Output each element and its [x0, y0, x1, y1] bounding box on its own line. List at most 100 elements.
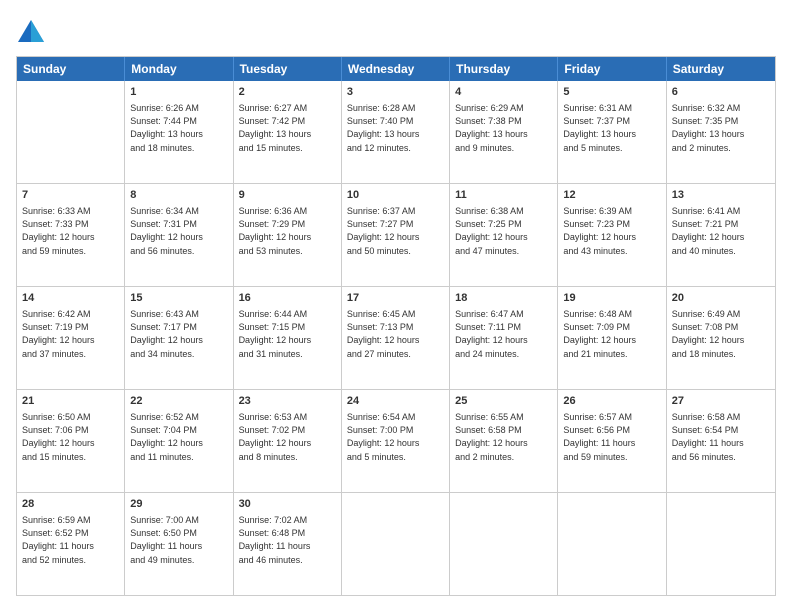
cell-info: Sunrise: 6:52 AMSunset: 7:04 PMDaylight:…	[130, 411, 227, 463]
cell-info: Sunrise: 6:27 AMSunset: 7:42 PMDaylight:…	[239, 102, 336, 154]
day-number: 7	[22, 188, 119, 203]
day-number: 13	[672, 188, 770, 203]
cal-cell-day-9: 9 Sunrise: 6:36 AMSunset: 7:29 PMDaylight…	[234, 184, 342, 286]
cell-info: Sunrise: 6:36 AMSunset: 7:29 PMDaylight:…	[239, 205, 336, 257]
cell-info: Sunrise: 6:37 AMSunset: 7:27 PMDaylight:…	[347, 205, 444, 257]
cal-cell-day-6: 6 Sunrise: 6:32 AMSunset: 7:35 PMDaylight…	[667, 81, 775, 183]
day-number: 16	[239, 291, 336, 306]
cell-info: Sunrise: 6:33 AMSunset: 7:33 PMDaylight:…	[22, 205, 119, 257]
day-number: 14	[22, 291, 119, 306]
calendar: SundayMondayTuesdayWednesdayThursdayFrid…	[16, 56, 776, 596]
calendar-row-3: 14 Sunrise: 6:42 AMSunset: 7:19 PMDayligh…	[17, 287, 775, 390]
cal-cell-day-30: 30Sunrise: 7:02 AMSunset: 6:48 PMDayligh…	[234, 493, 342, 595]
cal-cell-day-16: 16 Sunrise: 6:44 AMSunset: 7:15 PMDayligh…	[234, 287, 342, 389]
header-day-thursday: Thursday	[450, 57, 558, 81]
cal-cell-empty	[667, 493, 775, 595]
day-number: 9	[239, 188, 336, 203]
cell-info: Sunrise: 6:26 AMSunset: 7:44 PMDaylight:…	[130, 102, 227, 154]
cal-cell-empty	[450, 493, 558, 595]
cal-cell-day-18: 18 Sunrise: 6:47 AMSunset: 7:11 PMDayligh…	[450, 287, 558, 389]
cell-info: Sunrise: 6:53 AMSunset: 7:02 PMDaylight:…	[239, 411, 336, 463]
cal-cell-day-22: 22 Sunrise: 6:52 AMSunset: 7:04 PMDayligh…	[125, 390, 233, 492]
day-number: 17	[347, 291, 444, 306]
day-number: 19	[563, 291, 660, 306]
cell-info: Sunrise: 6:41 AMSunset: 7:21 PMDaylight:…	[672, 205, 770, 257]
header-day-sunday: Sunday	[17, 57, 125, 81]
cal-cell-day-12: 12 Sunrise: 6:39 AMSunset: 7:23 PMDayligh…	[558, 184, 666, 286]
cell-info: Sunrise: 6:55 AMSunset: 6:58 PMDaylight:…	[455, 411, 552, 463]
header	[16, 16, 776, 46]
cal-cell-day-3: 3 Sunrise: 6:28 AMSunset: 7:40 PMDaylight…	[342, 81, 450, 183]
header-day-monday: Monday	[125, 57, 233, 81]
day-number: 4	[455, 85, 552, 100]
cell-info: Sunrise: 6:34 AMSunset: 7:31 PMDaylight:…	[130, 205, 227, 257]
cal-cell-day-21: 21 Sunrise: 6:50 AMSunset: 7:06 PMDayligh…	[17, 390, 125, 492]
cal-cell-empty	[342, 493, 450, 595]
cal-cell-day-25: 25 Sunrise: 6:55 AMSunset: 6:58 PMDayligh…	[450, 390, 558, 492]
cell-info: Sunrise: 6:50 AMSunset: 7:06 PMDaylight:…	[22, 411, 119, 463]
day-number: 5	[563, 85, 660, 100]
cell-info: Sunrise: 7:02 AMSunset: 6:48 PMDaylight:…	[239, 514, 336, 566]
day-number: 21	[22, 394, 119, 409]
cell-info: Sunrise: 6:58 AMSunset: 6:54 PMDaylight:…	[672, 411, 770, 463]
cell-info: Sunrise: 6:28 AMSunset: 7:40 PMDaylight:…	[347, 102, 444, 154]
calendar-body: 1 Sunrise: 6:26 AMSunset: 7:44 PMDaylight…	[17, 81, 775, 595]
day-number: 15	[130, 291, 227, 306]
cal-cell-day-24: 24Sunrise: 6:54 AMSunset: 7:00 PMDayligh…	[342, 390, 450, 492]
cal-cell-day-4: 4Sunrise: 6:29 AMSunset: 7:38 PMDaylight…	[450, 81, 558, 183]
calendar-row-1: 1 Sunrise: 6:26 AMSunset: 7:44 PMDaylight…	[17, 81, 775, 184]
day-number: 2	[239, 85, 336, 100]
cal-cell-empty	[17, 81, 125, 183]
cell-info: Sunrise: 6:59 AMSunset: 6:52 PMDaylight:…	[22, 514, 119, 566]
cell-info: Sunrise: 6:32 AMSunset: 7:35 PMDaylight:…	[672, 102, 770, 154]
day-number: 23	[239, 394, 336, 409]
day-number: 27	[672, 394, 770, 409]
calendar-row-5: 28Sunrise: 6:59 AMSunset: 6:52 PMDayligh…	[17, 493, 775, 595]
cal-cell-day-10: 10 Sunrise: 6:37 AMSunset: 7:27 PMDayligh…	[342, 184, 450, 286]
cal-cell-day-7: 7 Sunrise: 6:33 AMSunset: 7:33 PMDaylight…	[17, 184, 125, 286]
day-number: 6	[672, 85, 770, 100]
day-number: 18	[455, 291, 552, 306]
day-number: 10	[347, 188, 444, 203]
cell-info: Sunrise: 6:42 AMSunset: 7:19 PMDaylight:…	[22, 308, 119, 360]
day-number: 22	[130, 394, 227, 409]
cal-cell-day-13: 13 Sunrise: 6:41 AMSunset: 7:21 PMDayligh…	[667, 184, 775, 286]
cal-cell-day-23: 23 Sunrise: 6:53 AMSunset: 7:02 PMDayligh…	[234, 390, 342, 492]
header-day-wednesday: Wednesday	[342, 57, 450, 81]
cell-info: Sunrise: 6:57 AMSunset: 6:56 PMDaylight:…	[563, 411, 660, 463]
cell-info: Sunrise: 6:31 AMSunset: 7:37 PMDaylight:…	[563, 102, 660, 154]
cal-cell-day-20: 20 Sunrise: 6:49 AMSunset: 7:08 PMDayligh…	[667, 287, 775, 389]
cal-cell-day-2: 2 Sunrise: 6:27 AMSunset: 7:42 PMDaylight…	[234, 81, 342, 183]
day-number: 11	[455, 188, 552, 203]
cal-cell-day-17: 17Sunrise: 6:45 AMSunset: 7:13 PMDayligh…	[342, 287, 450, 389]
day-number: 12	[563, 188, 660, 203]
cell-info: Sunrise: 6:43 AMSunset: 7:17 PMDaylight:…	[130, 308, 227, 360]
cal-cell-day-28: 28Sunrise: 6:59 AMSunset: 6:52 PMDayligh…	[17, 493, 125, 595]
cal-cell-day-8: 8 Sunrise: 6:34 AMSunset: 7:31 PMDaylight…	[125, 184, 233, 286]
cal-cell-day-14: 14 Sunrise: 6:42 AMSunset: 7:19 PMDayligh…	[17, 287, 125, 389]
day-number: 1	[130, 85, 227, 100]
cal-cell-day-29: 29 Sunrise: 7:00 AMSunset: 6:50 PMDayligh…	[125, 493, 233, 595]
cal-cell-empty	[558, 493, 666, 595]
cell-info: Sunrise: 7:00 AMSunset: 6:50 PMDaylight:…	[130, 514, 227, 566]
cell-info: Sunrise: 6:48 AMSunset: 7:09 PMDaylight:…	[563, 308, 660, 360]
cell-info: Sunrise: 6:49 AMSunset: 7:08 PMDaylight:…	[672, 308, 770, 360]
day-number: 26	[563, 394, 660, 409]
cell-info: Sunrise: 6:47 AMSunset: 7:11 PMDaylight:…	[455, 308, 552, 360]
day-number: 20	[672, 291, 770, 306]
cell-info: Sunrise: 6:44 AMSunset: 7:15 PMDaylight:…	[239, 308, 336, 360]
header-day-tuesday: Tuesday	[234, 57, 342, 81]
calendar-header: SundayMondayTuesdayWednesdayThursdayFrid…	[17, 57, 775, 81]
calendar-row-2: 7 Sunrise: 6:33 AMSunset: 7:33 PMDaylight…	[17, 184, 775, 287]
day-number: 25	[455, 394, 552, 409]
day-number: 8	[130, 188, 227, 203]
day-number: 24	[347, 394, 444, 409]
calendar-row-4: 21 Sunrise: 6:50 AMSunset: 7:06 PMDayligh…	[17, 390, 775, 493]
cell-info: Sunrise: 6:38 AMSunset: 7:25 PMDaylight:…	[455, 205, 552, 257]
logo	[16, 16, 50, 46]
header-day-saturday: Saturday	[667, 57, 775, 81]
cell-info: Sunrise: 6:39 AMSunset: 7:23 PMDaylight:…	[563, 205, 660, 257]
day-number: 29	[130, 497, 227, 512]
page: SundayMondayTuesdayWednesdayThursdayFrid…	[0, 0, 792, 612]
day-number: 3	[347, 85, 444, 100]
